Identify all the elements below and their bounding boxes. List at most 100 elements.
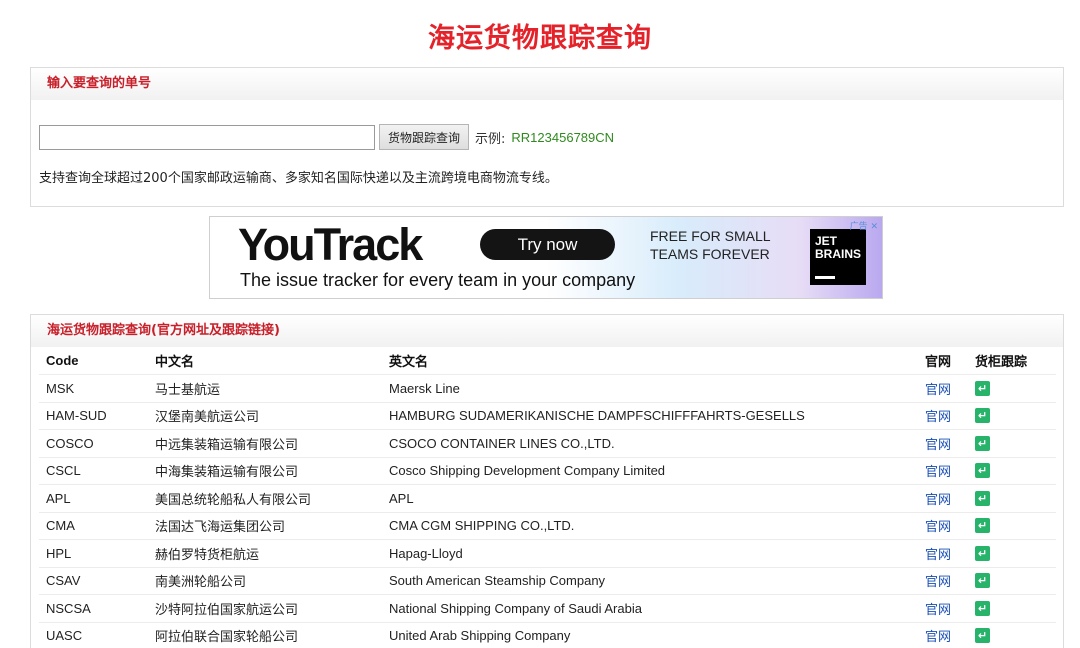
table-row: APL 美国总统轮船私人有限公司 APL 官网 ↵ — [39, 484, 1056, 513]
column-header-official-site: 官网 — [921, 347, 969, 375]
search-panel-heading: 输入要查询的单号 — [31, 68, 1063, 100]
official-site-link[interactable]: 官网 — [925, 465, 951, 480]
carrier-chinese-name: 南美洲轮船公司 — [149, 567, 383, 595]
search-panel: 输入要查询的单号 货物跟踪查询 示例: RR123456789CN 支持查询全球… — [30, 67, 1064, 207]
official-site-cell: 官网 — [921, 457, 969, 485]
tracking-cell: ↵ — [969, 402, 1056, 430]
official-site-cell: 官网 — [921, 567, 969, 595]
official-site-cell: 官网 — [921, 429, 969, 458]
official-site-link[interactable]: 官网 — [925, 575, 951, 590]
page-title: 海运货物跟踪查询 — [428, 23, 652, 54]
carrier-code: HAM-SUD — [39, 402, 149, 430]
official-site-link[interactable]: 官网 — [925, 603, 951, 618]
jetbrains-logo-bar — [815, 276, 835, 279]
example-label: 示例: — [475, 131, 506, 147]
close-icon[interactable]: ✕ — [870, 222, 878, 232]
track-cargo-button[interactable]: 货物跟踪查询 — [379, 124, 470, 150]
carrier-chinese-name: 沙特阿拉伯国家航运公司 — [149, 594, 383, 623]
official-site-link[interactable]: 官网 — [925, 383, 951, 398]
ad-badge: 广告 ✕ — [850, 219, 878, 232]
carrier-english-name: Cosco Shipping Development Company Limit… — [383, 457, 921, 485]
container-tracking-icon[interactable]: ↵ — [975, 490, 990, 506]
column-header-english-name: 英文名 — [383, 347, 921, 375]
container-tracking-icon[interactable]: ↵ — [975, 463, 990, 479]
official-site-cell: 官网 — [921, 402, 969, 430]
carrier-table-body: MSK 马士基航运 Maersk Line 官网 ↵ HAM-SUD 汉堡南美航… — [39, 374, 1056, 648]
table-row: HPL 赫伯罗特货柜航运 Hapag-Lloyd 官网 ↵ — [39, 539, 1056, 568]
example-tracking-number: RR123456789CN — [511, 129, 615, 145]
tracking-cell: ↵ — [969, 484, 1056, 513]
tracking-cell: ↵ — [969, 512, 1056, 540]
official-site-cell: 官网 — [921, 512, 969, 540]
ad-free-offer: FREE FOR SMALL TEAMS FOREVER — [650, 227, 800, 263]
container-tracking-icon[interactable]: ↵ — [975, 600, 990, 616]
carrier-chinese-name: 马士基航运 — [149, 374, 383, 403]
container-tracking-icon[interactable]: ↵ — [975, 408, 990, 424]
table-row: MSK 马士基航运 Maersk Line 官网 ↵ — [39, 374, 1056, 403]
official-site-link[interactable]: 官网 — [925, 493, 951, 508]
tracking-cell: ↵ — [969, 539, 1056, 568]
container-tracking-icon[interactable]: ↵ — [975, 573, 990, 589]
official-site-cell: 官网 — [921, 594, 969, 623]
carrier-code: CMA — [39, 512, 149, 540]
table-row: CSCL 中海集装箱运输有限公司 Cosco Shipping Developm… — [39, 457, 1056, 485]
tracking-cell: ↵ — [969, 622, 1056, 648]
column-header-chinese-name: 中文名 — [149, 347, 383, 375]
table-row: CSAV 南美洲轮船公司 South American Steamship Co… — [39, 567, 1056, 595]
ad-free-line-2: TEAMS FOREVER — [650, 246, 770, 262]
ad-tagline: The issue tracker for every team in your… — [240, 270, 636, 290]
carrier-code: CSAV — [39, 567, 149, 595]
carrier-code: MSK — [39, 374, 149, 403]
container-tracking-icon[interactable]: ↵ — [975, 380, 990, 396]
tracking-cell: ↵ — [969, 374, 1056, 403]
table-row: UASC 阿拉伯联合国家轮船公司 United Arab Shipping Co… — [39, 622, 1056, 648]
carrier-english-name: South American Steamship Company — [383, 567, 921, 595]
support-description: 支持查询全球超过200个国家邮政运输商、多家知名国际快递以及主流跨境电商物流专线… — [39, 171, 558, 186]
carrier-code: NSCSA — [39, 594, 149, 623]
official-site-cell: 官网 — [921, 484, 969, 513]
search-row: 货物跟踪查询 示例: RR123456789CN — [39, 124, 614, 150]
jetbrains-logo: JET BRAINS — [810, 229, 866, 285]
carrier-table: Code 中文名 英文名 官网 货柜跟踪 MSK 马士基航运 Maersk Li… — [39, 347, 1056, 648]
official-site-cell: 官网 — [921, 539, 969, 568]
official-site-link[interactable]: 官网 — [925, 410, 951, 425]
carrier-english-name: APL — [383, 484, 921, 513]
tracking-number-input[interactable] — [39, 124, 375, 150]
container-tracking-icon[interactable]: ↵ — [975, 435, 990, 451]
ad-logo: YouTrack — [238, 219, 423, 270]
table-header-row: Code 中文名 英文名 官网 货柜跟踪 — [39, 347, 1056, 375]
carrier-chinese-name: 阿拉伯联合国家轮船公司 — [149, 622, 383, 648]
container-tracking-icon[interactable]: ↵ — [975, 628, 990, 644]
tracking-cell: ↵ — [969, 594, 1056, 623]
ad-badge-label: 广告 — [849, 222, 868, 232]
official-site-link[interactable]: 官网 — [925, 438, 951, 453]
carrier-panel-heading: 海运货物跟踪查询(官方网址及跟踪链接) — [31, 315, 1063, 347]
column-header-code: Code — [39, 347, 149, 375]
container-tracking-icon[interactable]: ↵ — [975, 518, 990, 534]
table-row: NSCSA 沙特阿拉伯国家航运公司 National Shipping Comp… — [39, 594, 1056, 623]
ad-free-line-1: FREE FOR SMALL — [650, 228, 771, 244]
carrier-code: COSCO — [39, 429, 149, 458]
carrier-chinese-name: 法国达飞海运集团公司 — [149, 512, 383, 540]
ad-banner[interactable]: YouTrack Try now FREE FOR SMALL TEAMS FO… — [209, 216, 883, 299]
carrier-code: CSCL — [39, 457, 149, 485]
container-tracking-icon[interactable]: ↵ — [975, 545, 990, 561]
carrier-chinese-name: 美国总统轮船私人有限公司 — [149, 484, 383, 513]
carrier-english-name: National Shipping Company of Saudi Arabi… — [383, 594, 921, 623]
carrier-code: HPL — [39, 539, 149, 568]
column-header-container-tracking: 货柜跟踪 — [969, 347, 1056, 375]
official-site-cell: 官网 — [921, 374, 969, 403]
carrier-chinese-name: 汉堡南美航运公司 — [149, 402, 383, 430]
official-site-link[interactable]: 官网 — [925, 630, 951, 645]
table-row: COSCO 中远集装箱运输有限公司 CSOCO CONTAINER LINES … — [39, 429, 1056, 458]
official-site-link[interactable]: 官网 — [925, 520, 951, 535]
official-site-cell: 官网 — [921, 622, 969, 648]
official-site-link[interactable]: 官网 — [925, 548, 951, 563]
ad-try-now-button[interactable]: Try now — [480, 229, 615, 260]
carrier-english-name: Maersk Line — [383, 374, 921, 403]
tracking-cell: ↵ — [969, 567, 1056, 595]
carrier-code: UASC — [39, 622, 149, 648]
carrier-chinese-name: 赫伯罗特货柜航运 — [149, 539, 383, 568]
table-row: CMA 法国达飞海运集团公司 CMA CGM SHIPPING CO.,LTD.… — [39, 512, 1056, 540]
carrier-english-name: Hapag-Lloyd — [383, 539, 921, 568]
